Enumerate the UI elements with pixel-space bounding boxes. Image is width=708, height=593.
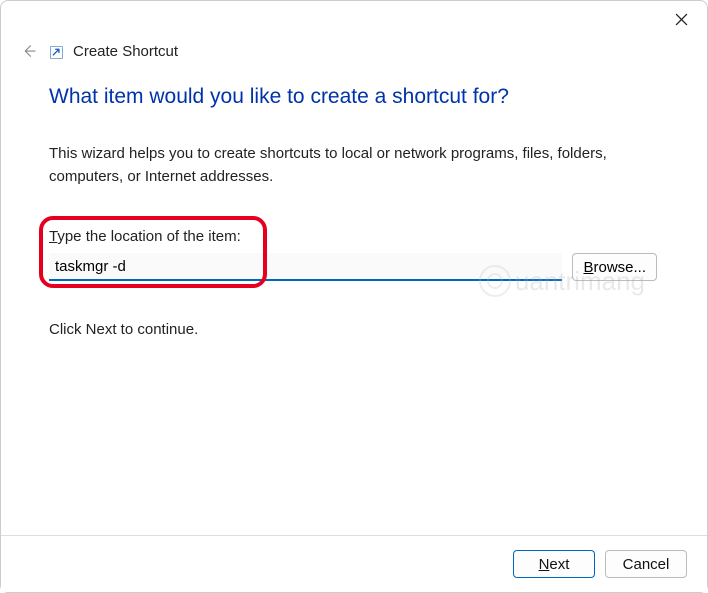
location-label: Type the location of the item: xyxy=(49,228,562,245)
cancel-button[interactable]: Cancel xyxy=(605,550,687,578)
continue-hint: Click Next to continue. xyxy=(49,321,657,338)
close-icon xyxy=(675,13,688,26)
title-bar xyxy=(1,1,707,35)
create-shortcut-dialog: Create Shortcut What item would you like… xyxy=(0,0,708,593)
page-heading: What item would you like to create a sho… xyxy=(49,85,657,109)
location-input[interactable] xyxy=(49,253,562,281)
wizard-description: This wizard helps you to create shortcut… xyxy=(49,143,657,188)
close-button[interactable] xyxy=(669,7,693,31)
browse-button[interactable]: Browse... xyxy=(572,253,657,281)
wizard-header: Create Shortcut xyxy=(1,35,707,61)
wizard-title: Create Shortcut xyxy=(73,43,178,60)
back-button[interactable] xyxy=(19,41,39,61)
wizard-content: What item would you like to create a sho… xyxy=(1,61,707,535)
dialog-footer: Next Cancel xyxy=(1,535,707,592)
shortcut-icon xyxy=(49,46,63,60)
location-input-group: Type the location of the item: xyxy=(49,228,562,281)
arrow-left-icon xyxy=(20,42,38,60)
next-button[interactable]: Next xyxy=(513,550,595,578)
location-row: Type the location of the item: Browse... xyxy=(49,228,657,281)
